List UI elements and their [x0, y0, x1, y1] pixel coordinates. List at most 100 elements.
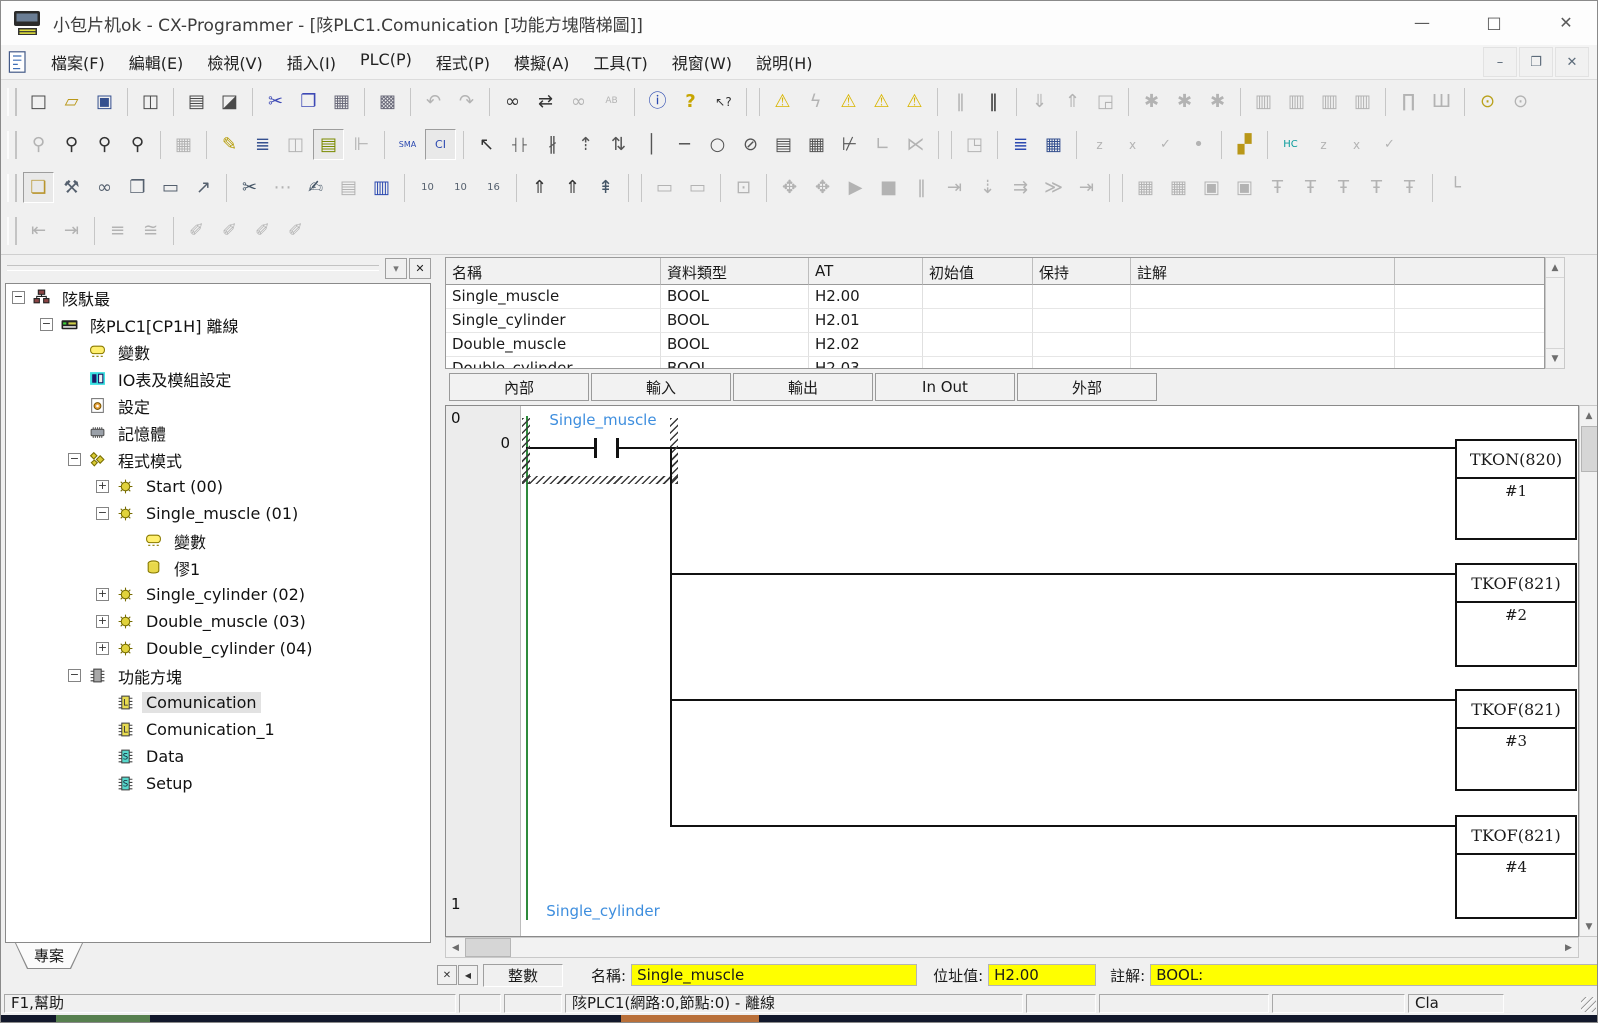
decimal-10-icon[interactable]: 10 — [412, 172, 443, 203]
binary-form-icon[interactable]: ▥ — [366, 172, 397, 203]
instruction-operand[interactable]: #1 — [1457, 479, 1575, 500]
tab-輸出[interactable]: 輸出 — [733, 373, 873, 401]
tree-item-double_muscle-03-[interactable]: +Double_muscle (03) — [6, 608, 430, 635]
data-trace-icon[interactable]: Ш — [1426, 86, 1457, 117]
monitor-icon[interactable]: ✱ — [1169, 86, 1200, 117]
window-x-icon[interactable]: x — [1341, 129, 1372, 160]
table-cell[interactable] — [923, 357, 1033, 369]
project-tab[interactable]: 專案 — [11, 943, 87, 969]
sim-fast-forward-icon[interactable]: ≫ — [1038, 172, 1069, 203]
table-cell[interactable]: Double_cylinder — [446, 357, 661, 369]
instruction-operand[interactable]: #3 — [1457, 729, 1575, 750]
upload-a-icon[interactable]: ⇑ — [524, 172, 555, 203]
column-header-保持[interactable]: 保持 — [1033, 258, 1131, 285]
compile-warning-icon[interactable]: ⚠ — [767, 86, 798, 117]
diff-monitor-c-icon[interactable]: ▣ — [1196, 172, 1227, 203]
tree-item-io-[interactable]: IO表及模組設定 — [6, 365, 430, 392]
pen-redo-icon[interactable]: ✐ — [247, 215, 278, 246]
tree-item--1[interactable]: 僇1 — [6, 554, 430, 581]
collapse-box-icon[interactable]: − — [40, 318, 53, 331]
instruction-box-icon[interactable]: ▤ — [768, 129, 799, 160]
open-file-icon[interactable]: ▱ — [56, 86, 87, 117]
table-cell[interactable]: BOOL — [661, 309, 809, 333]
mdi-restore-button[interactable]: ❐ — [1519, 47, 1553, 77]
scroll-right-icon[interactable]: ▶ — [1559, 938, 1578, 957]
debug-mode-icon[interactable]: ▥ — [1281, 86, 1312, 117]
mdi-close-button[interactable]: ✕ — [1555, 47, 1589, 77]
scroll-up-icon[interactable]: ▲ — [1580, 406, 1598, 425]
tree-item-start-00-[interactable]: +Start (00) — [6, 473, 430, 500]
scroll-thumb[interactable] — [1581, 426, 1598, 472]
scroll-down-icon[interactable]: ▼ — [1580, 917, 1598, 936]
build-window-icon[interactable]: ⚒ — [56, 172, 87, 203]
table-cell[interactable] — [1395, 333, 1545, 357]
instruction-operand[interactable]: #2 — [1457, 603, 1575, 624]
pen-undo-icon[interactable]: ✐ — [214, 215, 245, 246]
online-flash-icon[interactable]: ϟ — [800, 86, 831, 117]
replace-ab-icon[interactable]: AB — [596, 86, 627, 117]
help-icon[interactable]: ? — [675, 86, 706, 117]
redo-icon[interactable]: ↷ — [451, 86, 482, 117]
table-row[interactable]: Double_cylinderBOOLH2.03 — [446, 357, 1544, 369]
tree-item--[interactable]: 變數 — [6, 527, 430, 554]
resize-grip[interactable] — [1581, 997, 1596, 1012]
table-cell[interactable]: H2.03 — [809, 357, 923, 369]
collapse-box-icon[interactable]: − — [12, 291, 25, 304]
tree-outline-view-icon[interactable]: ⊩ — [346, 129, 377, 160]
column-header-extra[interactable] — [1395, 258, 1545, 285]
diff-monitor-a-icon[interactable]: ▦ — [1130, 172, 1161, 203]
table-cell[interactable]: H2.01 — [809, 309, 923, 333]
diff-monitor-b-icon[interactable]: ▦ — [1163, 172, 1194, 203]
comment-dot-icon[interactable]: • — [1183, 129, 1214, 160]
table-cell[interactable] — [1131, 357, 1395, 369]
mdi-minimize-button[interactable]: – — [1483, 47, 1517, 77]
cut-icon[interactable]: ✂ — [260, 86, 291, 117]
find-all-icon[interactable]: ∞ — [563, 86, 594, 117]
tree-item-single_cylinder-02-[interactable]: +Single_cylinder (02) — [6, 581, 430, 608]
table-cell[interactable]: Double_muscle — [446, 333, 661, 357]
doc-compare-icon[interactable]: ◫ — [135, 86, 166, 117]
tree-item-double_cylinder-04-[interactable]: +Double_cylinder (04) — [6, 635, 430, 662]
split-rung-icon[interactable]: ✂ — [234, 172, 265, 203]
hex-16-icon[interactable]: 16 — [478, 172, 509, 203]
comment-z-icon[interactable]: z — [1084, 129, 1115, 160]
table-cell[interactable] — [1131, 333, 1395, 357]
align-undo-list-icon[interactable]: ≅ — [135, 215, 166, 246]
indent-right-icon[interactable]: ⇥ — [56, 215, 87, 246]
hc-monitor-icon[interactable]: HC — [1275, 129, 1306, 160]
print-preview-icon[interactable]: ◪ — [214, 86, 245, 117]
menu-item-9[interactable]: 說明(H) — [744, 46, 825, 78]
force-all-icon[interactable]: Ŧ — [1394, 172, 1425, 203]
program-mode-icon[interactable]: ▥ — [1248, 86, 1279, 117]
menu-item-5[interactable]: 程式(P) — [424, 46, 502, 78]
scroll-down-icon[interactable]: ▼ — [1546, 348, 1564, 368]
menu-item-8[interactable]: 視窗(W) — [660, 46, 744, 78]
force-off-icon[interactable]: Ŧ — [1295, 172, 1326, 203]
column-header-初始值[interactable]: 初始值 — [923, 258, 1033, 285]
indent-left-icon[interactable]: ⇤ — [23, 215, 54, 246]
tree-item-single_muscle-01-[interactable]: −Single_muscle (01) — [6, 500, 430, 527]
table-cell[interactable] — [1395, 357, 1545, 369]
undo-icon[interactable]: ↶ — [418, 86, 449, 117]
expand-box-icon[interactable]: + — [96, 642, 109, 655]
contact-normally-open-icon[interactable]: ┤├ — [504, 129, 535, 160]
menu-item-6[interactable]: 模擬(A) — [502, 46, 581, 78]
tree-item-data[interactable]: SData — [6, 743, 430, 770]
vertical-line-icon[interactable]: │ — [636, 129, 667, 160]
sim-step-in-icon[interactable]: ⇣ — [972, 172, 1003, 203]
tree-item--[interactable]: 記憶體 — [6, 419, 430, 446]
monitor-window-a-icon[interactable]: ▭ — [649, 172, 680, 203]
force-cancel-icon[interactable]: Ŧ — [1328, 172, 1359, 203]
fb-bar-prev-button[interactable]: ◀ — [458, 965, 478, 985]
comment-value-field[interactable]: BOOL: — [1150, 964, 1598, 986]
delete-connect-icon[interactable]: ⋉ — [900, 129, 931, 160]
sim-step-over-icon[interactable]: ⇉ — [1005, 172, 1036, 203]
fb-instruction-block-#3[interactable]: TKOF(821)#3 — [1455, 689, 1577, 791]
table-cell[interactable] — [1033, 333, 1131, 357]
table-row[interactable]: Double_muscleBOOLH2.02 — [446, 333, 1544, 357]
coil-closed-icon[interactable]: ⊘ — [735, 129, 766, 160]
table-cell[interactable]: BOOL — [661, 285, 809, 309]
output-window-icon[interactable]: ❐ — [122, 172, 153, 203]
scroll-up-icon[interactable]: ▲ — [1546, 258, 1564, 278]
upload-b-icon[interactable]: ⇑ — [557, 172, 588, 203]
